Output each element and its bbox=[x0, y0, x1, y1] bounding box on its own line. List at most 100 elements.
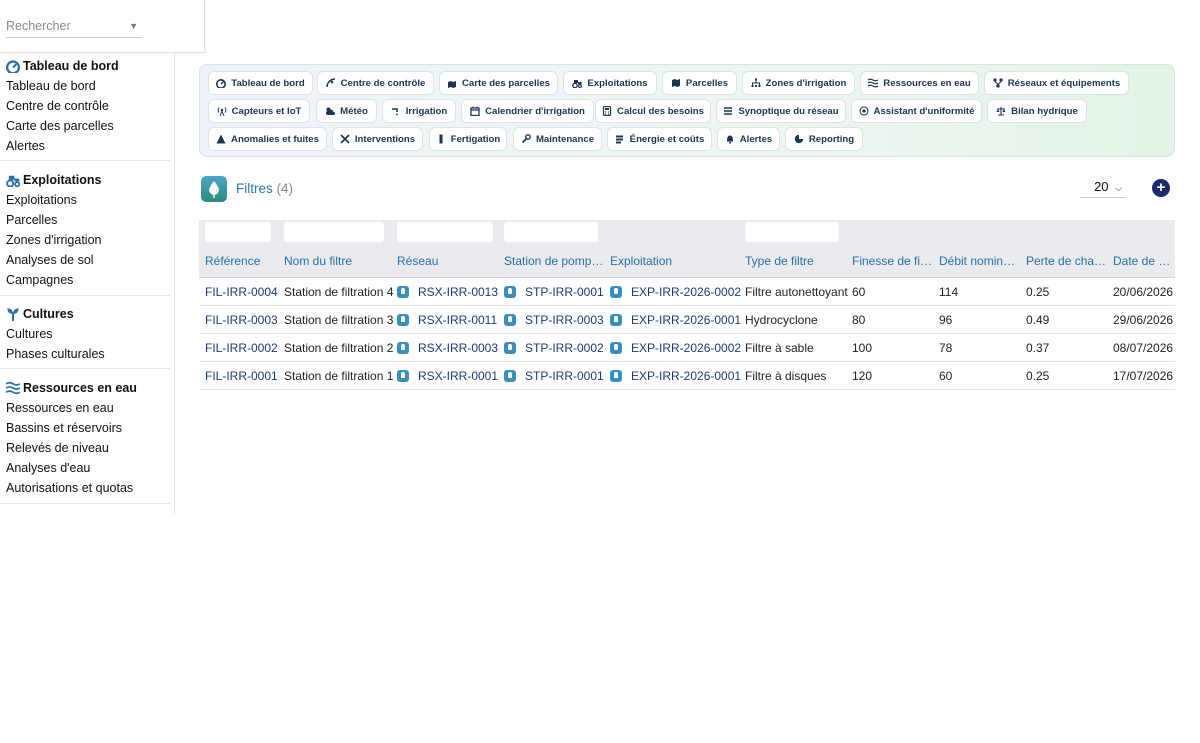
nav-pill[interactable]: Énergie et coûts bbox=[607, 127, 712, 151]
table-cell: 114 bbox=[939, 278, 1025, 306]
record-link-icon[interactable] bbox=[397, 286, 409, 298]
record-link-icon[interactable] bbox=[397, 342, 409, 354]
nav-pill[interactable]: Météo bbox=[316, 99, 377, 123]
column-header[interactable]: Station de pomp… bbox=[504, 254, 604, 268]
nav-pill[interactable]: Zones d'irrigation bbox=[742, 71, 855, 95]
table-cell[interactable]: FIL-IRR-0004 bbox=[205, 278, 285, 306]
table-cell[interactable]: RSX-IRR-0011 bbox=[397, 306, 503, 334]
nav-pill[interactable]: Assistant d'uniformité bbox=[851, 99, 982, 123]
bell-icon bbox=[725, 134, 735, 144]
table-cell[interactable]: FIL-IRR-0001 bbox=[205, 362, 285, 390]
chevron-down-icon[interactable]: ▼ bbox=[129, 14, 138, 38]
record-link-icon[interactable] bbox=[504, 342, 516, 354]
sidebar-group-heading[interactable]: Ressources en eau bbox=[0, 378, 170, 398]
nav-pill[interactable]: Alertes bbox=[717, 127, 780, 151]
record-link-icon[interactable] bbox=[504, 286, 516, 298]
column-filter-input[interactable] bbox=[504, 222, 598, 242]
sidebar-item[interactable]: Parcelles bbox=[0, 210, 170, 230]
nav-pill-label: Exploitations bbox=[587, 77, 648, 89]
nav-pill[interactable]: Réseaux et équipements bbox=[984, 71, 1129, 95]
sidebar-item[interactable]: Centre de contrôle bbox=[0, 96, 170, 116]
column-header[interactable]: Exploitation bbox=[610, 254, 740, 268]
nav-pill[interactable]: Anomalies et fuites bbox=[208, 127, 327, 151]
table-row[interactable]: FIL-IRR-0003 Station de filtration 3 RSX-I… bbox=[199, 306, 1175, 334]
table-cell[interactable]: EXP-IRR-2026-0002 bbox=[610, 334, 744, 362]
nav-pill[interactable]: Interventions bbox=[332, 127, 423, 151]
table-cell[interactable]: EXP-IRR-2026-0002 bbox=[610, 278, 744, 306]
sidebar-group-heading[interactable]: Exploitations bbox=[0, 170, 170, 190]
column-header[interactable]: Réseau bbox=[397, 254, 499, 268]
table-cell[interactable]: STP-IRR-0003 bbox=[504, 306, 608, 334]
sidebar-item[interactable]: Cultures bbox=[0, 324, 170, 344]
nav-pill[interactable]: Calendrier d'irrigation bbox=[461, 99, 594, 123]
sidebar-item[interactable]: Campagnes bbox=[0, 270, 170, 290]
table-row[interactable]: FIL-IRR-0001 Station de filtration 1 RSX-I… bbox=[199, 362, 1175, 390]
table-cell[interactable]: STP-IRR-0002 bbox=[504, 334, 608, 362]
column-header[interactable]: Type de filtre bbox=[745, 254, 849, 268]
record-link-icon[interactable] bbox=[397, 370, 409, 382]
nav-pill[interactable]: Bilan hydrique bbox=[987, 99, 1087, 123]
nav-pill[interactable]: Maintenance bbox=[513, 127, 602, 151]
nav-pill[interactable]: Irrigation bbox=[382, 99, 456, 123]
sidebar-item[interactable]: Ressources en eau bbox=[0, 398, 170, 418]
column-header[interactable]: Référence bbox=[205, 254, 281, 268]
nav-pill[interactable]: Ressources en eau bbox=[860, 71, 979, 95]
column-header[interactable]: Débit nomin… bbox=[939, 254, 1021, 268]
table-cell[interactable]: STP-IRR-0001 bbox=[504, 362, 608, 390]
sidebar-item[interactable]: Alertes bbox=[0, 136, 170, 156]
table-cell[interactable]: FIL-IRR-0002 bbox=[205, 334, 285, 362]
sidebar-item[interactable]: Autorisations et quotas bbox=[0, 478, 170, 498]
sidebar-item[interactable]: Phases culturales bbox=[0, 344, 170, 364]
table-row[interactable]: FIL-IRR-0004 Station de filtration 4 RSX-I… bbox=[199, 278, 1175, 306]
nav-pill[interactable]: Fertigation bbox=[429, 127, 507, 151]
table-cell[interactable]: RSX-IRR-0001 bbox=[397, 362, 503, 390]
page-size-select[interactable]: 20 ⌵ bbox=[1080, 177, 1126, 198]
table-cell[interactable]: EXP-IRR-2026-0001 bbox=[610, 306, 744, 334]
table-cell[interactable]: RSX-IRR-0003 bbox=[397, 334, 503, 362]
column-filter-input[interactable] bbox=[205, 222, 271, 242]
column-filter-input[interactable] bbox=[397, 222, 493, 242]
column-header[interactable]: Finesse de fi… bbox=[852, 254, 934, 268]
table-cell[interactable]: EXP-IRR-2026-0001 bbox=[610, 362, 744, 390]
nav-pill[interactable]: Centre de contrôle bbox=[317, 71, 434, 95]
table-cell[interactable]: STP-IRR-0001 bbox=[504, 278, 608, 306]
nav-pill-label: Interventions bbox=[354, 133, 416, 145]
nav-pill[interactable]: Parcelles bbox=[662, 71, 737, 95]
add-button[interactable]: + bbox=[1152, 179, 1170, 197]
nav-pill[interactable]: Calcul des besoins bbox=[595, 99, 711, 123]
search-input[interactable]: Rechercher ▼ bbox=[6, 14, 142, 38]
nav-pill[interactable]: Synoptique du réseau bbox=[716, 99, 846, 123]
sidebar-item[interactable]: Exploitations bbox=[0, 190, 170, 210]
record-link-icon[interactable] bbox=[397, 314, 409, 326]
table-cell[interactable]: FIL-IRR-0003 bbox=[205, 306, 285, 334]
column-header[interactable]: Perte de cha… bbox=[1026, 254, 1108, 268]
column-header[interactable]: Nom du filtre bbox=[284, 254, 392, 268]
table-cell[interactable]: RSX-IRR-0013 bbox=[397, 278, 503, 306]
record-link-icon[interactable] bbox=[610, 314, 622, 326]
sidebar-group-heading[interactable]: Tableau de bord bbox=[0, 56, 170, 76]
sidebar-item[interactable]: Analyses d'eau bbox=[0, 458, 170, 478]
sidebar-item[interactable]: Relevés de niveau bbox=[0, 438, 170, 458]
bullseye-icon bbox=[858, 106, 869, 116]
nav-pill[interactable]: Tableau de bord bbox=[208, 71, 313, 95]
column-filter-input[interactable] bbox=[745, 222, 839, 242]
nav-pill-label: Capteurs et IoT bbox=[231, 105, 302, 117]
record-link-icon[interactable] bbox=[610, 286, 622, 298]
sidebar-item[interactable]: Tableau de bord bbox=[0, 76, 170, 96]
nav-pill[interactable]: Exploitations bbox=[563, 71, 657, 95]
sidebar-item[interactable]: Carte des parcelles bbox=[0, 116, 170, 136]
record-link-icon[interactable] bbox=[610, 342, 622, 354]
nav-pill[interactable]: Reporting bbox=[785, 127, 863, 151]
column-filter-input[interactable] bbox=[284, 222, 384, 242]
sidebar-item[interactable]: Bassins et réservoirs bbox=[0, 418, 170, 438]
column-header[interactable]: Date de dern… bbox=[1113, 254, 1175, 268]
record-link-icon[interactable] bbox=[610, 370, 622, 382]
nav-pill[interactable]: Carte des parcelles bbox=[439, 71, 558, 95]
record-link-icon[interactable] bbox=[504, 314, 516, 326]
table-row[interactable]: FIL-IRR-0002 Station de filtration 2 RSX-I… bbox=[199, 334, 1175, 362]
sidebar-item[interactable]: Analyses de sol bbox=[0, 250, 170, 270]
sidebar-item[interactable]: Zones d'irrigation bbox=[0, 230, 170, 250]
nav-pill[interactable]: Capteurs et IoT bbox=[208, 99, 310, 123]
sidebar-group-heading[interactable]: Cultures bbox=[0, 304, 170, 324]
record-link-icon[interactable] bbox=[504, 370, 516, 382]
